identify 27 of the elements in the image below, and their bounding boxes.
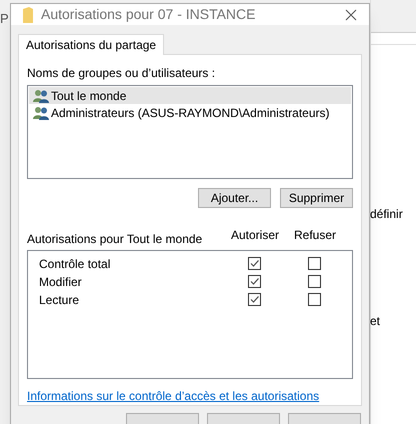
list-item[interactable]: Administrateurs (ASUS-RAYMOND\Administrateurs) xyxy=(29,104,351,121)
description-text: définir xyxy=(370,206,403,223)
window-title: P xyxy=(0,10,9,28)
section-label: Autorisations pour Tout le monde xyxy=(27,230,204,248)
column-header: Autoriser xyxy=(230,226,280,244)
permission-label: Lecture xyxy=(39,292,80,309)
permission-label: Contrôle total xyxy=(39,256,112,273)
close-icon[interactable] xyxy=(345,8,357,20)
checkbox[interactable] xyxy=(248,293,260,306)
users-icon xyxy=(33,106,49,120)
checkbox[interactable] xyxy=(308,275,320,288)
column-header: Refuser xyxy=(292,226,338,244)
window-title: Autorisations pour 07 - INSTANCE xyxy=(41,5,256,24)
description-text: et xyxy=(370,313,380,330)
list-item[interactable]: Tout le monde xyxy=(29,87,351,104)
checkbox[interactable] xyxy=(308,293,320,306)
checkbox[interactable] xyxy=(308,257,320,270)
tab[interactable]: Autorisations du partage xyxy=(18,34,164,55)
help-link[interactable]: Informations sur le contrôle d’accès et les autorisations xyxy=(27,387,320,405)
field-label: Noms de groupes ou d’utilisateurs : xyxy=(27,65,216,82)
action-button[interactable]: Supprimer xyxy=(280,188,353,208)
checkbox[interactable] xyxy=(248,275,260,288)
action-button[interactable]: Ajouter... xyxy=(198,188,271,208)
permission-label: Modifier xyxy=(39,274,83,291)
folder-icon xyxy=(23,6,33,22)
checkbox[interactable] xyxy=(248,257,260,270)
users-icon xyxy=(33,88,49,102)
